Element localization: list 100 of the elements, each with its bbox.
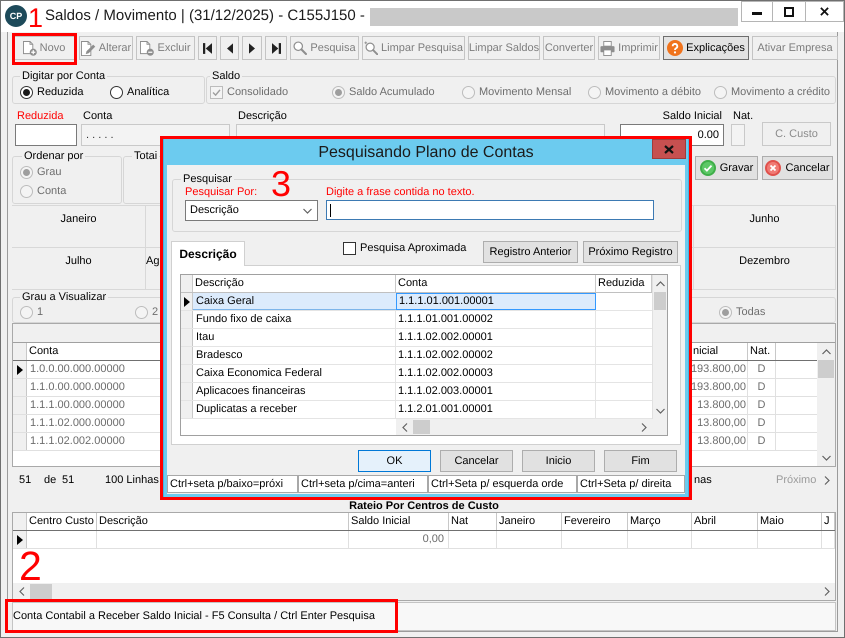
table-cell[interactable]: Bradesco (193, 347, 396, 364)
scrollbar-thumb[interactable] (30, 584, 52, 599)
close-button[interactable] (806, 1, 844, 22)
column-header[interactable]: Descrição (193, 275, 396, 292)
minimize-button[interactable] (741, 1, 773, 22)
next-button[interactable] (242, 36, 262, 60)
input-field[interactable] (15, 124, 77, 146)
scrollbar[interactable] (13, 583, 835, 600)
field-label: Pesquisar Por: (185, 186, 258, 200)
magnifier-sparkle-icon (364, 41, 378, 55)
close-circle-icon (765, 160, 782, 176)
radio-button[interactable] (110, 86, 123, 98)
check-circle-icon (700, 160, 716, 176)
table-cell: 1.1.1.02.002.00000 (27, 433, 161, 450)
record-position: 51 (19, 474, 32, 486)
table-cell[interactable]: 1.1.1.02.002.00003 (396, 365, 596, 382)
scrollbar-thumb[interactable] (654, 292, 666, 310)
table-cell[interactable]: 1.1.1.02.002.00002 (396, 347, 596, 364)
row-pointer-icon (184, 296, 190, 306)
column-header[interactable]: Janeiro (497, 513, 562, 530)
hint-panel: Ctrl+seta p/cima=anteri (298, 475, 428, 493)
table-cell: D (748, 379, 776, 396)
dialog-button[interactable]: OK (358, 450, 431, 472)
column-header[interactable]: J (822, 513, 835, 530)
column-header[interactable]: Nat. (748, 343, 776, 360)
row-selector[interactable] (13, 531, 27, 548)
radio-label: 1 (37, 306, 44, 318)
chevron-right-icon (824, 587, 830, 596)
record-separator: de (44, 474, 56, 486)
first-button[interactable] (198, 36, 217, 60)
column-header[interactable]: Abril (692, 513, 758, 530)
column-header[interactable]: Março (628, 513, 692, 530)
triangle-right-icon (249, 42, 255, 54)
column-header[interactable]: Centro Custo (27, 513, 97, 530)
table-cell: 193.800,00 (692, 361, 748, 378)
scrollbar-thumb[interactable] (818, 360, 834, 378)
search-input[interactable] (326, 200, 654, 220)
group-title: Pesquisar (182, 173, 233, 185)
last-button[interactable] (265, 36, 287, 60)
toolbar-button[interactable]: Explicações (663, 36, 749, 60)
minimize-icon (752, 12, 762, 15)
row-selector[interactable] (181, 293, 193, 310)
chevron-left-icon (402, 422, 408, 432)
dialog-button[interactable]: Fim (604, 450, 677, 472)
field-label: Reduzida (17, 110, 64, 124)
triangle-left-icon (226, 42, 232, 54)
field-label: Digite a frase contida no texto. (326, 186, 476, 200)
table-cell[interactable]: Duplicatas a receber (193, 401, 396, 418)
table-cell[interactable]: Caixa Geral (193, 293, 396, 310)
annotation-number: 2 (19, 551, 42, 582)
scrollbar[interactable] (817, 343, 835, 466)
radio-button[interactable] (20, 86, 33, 98)
table-cell: 1.1.1.00.000.00000 (27, 397, 161, 414)
document-plus-icon (22, 40, 37, 56)
chevron-right-icon (640, 422, 646, 432)
table-cell[interactable]: Itau (193, 329, 396, 346)
column-header[interactable]: Descrição (97, 513, 349, 530)
scrollbar[interactable] (396, 419, 652, 435)
scrollbar-thumb[interactable] (413, 420, 430, 434)
tab[interactable]: Descrição (171, 241, 245, 266)
row-selector[interactable] (13, 361, 27, 378)
text-cursor (330, 204, 331, 216)
table-cell[interactable]: Fundo fixo de caixa (193, 311, 396, 328)
column-header[interactable]: Conta (396, 275, 596, 292)
field-label: Conta (83, 110, 112, 124)
table-cell: D (748, 361, 776, 378)
table-cell[interactable]: 1.1.1.01.001.00001 (396, 293, 596, 310)
checkbox[interactable] (343, 242, 356, 255)
pager-text: nas (694, 474, 712, 486)
maximize-button[interactable] (773, 1, 806, 22)
section-title: Rateio Por Centros de Custo (349, 500, 499, 512)
save-button[interactable]: Gravar (695, 156, 758, 180)
column-header[interactable]: Fevereiro (562, 513, 628, 530)
help-icon (667, 40, 684, 56)
group-title: Saldo (211, 70, 242, 82)
chevron-right-icon (824, 476, 830, 484)
table-cell[interactable]: 1.1.2.01.001.00001 (396, 401, 596, 418)
dialog-button[interactable]: Cancelar (440, 450, 513, 472)
table-cell[interactable]: Caixa Economica Federal (193, 365, 396, 382)
column-header[interactable]: Saldo Inicial (349, 513, 449, 530)
record-button[interactable]: Próximo Registro (583, 241, 678, 263)
group-title: Totai (133, 150, 158, 162)
record-button[interactable]: Registro Anterior (483, 241, 578, 263)
table-cell[interactable]: 1.1.1.02.003.00001 (396, 383, 596, 400)
column-header[interactable]: Maio (758, 513, 822, 530)
column-header[interactable]: nicial (692, 343, 748, 360)
cancel-button[interactable]: Cancelar (762, 156, 833, 180)
radio-label: Analítica (127, 86, 170, 98)
close-icon (820, 7, 829, 16)
dropdown[interactable]: Descrição (185, 200, 318, 221)
table-cell[interactable]: Aplicacoes financeiras (193, 383, 396, 400)
month-label: Dezembro (739, 255, 790, 268)
previous-button[interactable] (220, 36, 239, 60)
dialog-button[interactable]: Inicio (522, 450, 595, 472)
table-cell[interactable]: 1.1.1.01.001.00002 (396, 311, 596, 328)
scrollbar[interactable] (652, 275, 667, 419)
column-header[interactable]: Conta (27, 343, 161, 360)
column-header[interactable]: Nat (449, 513, 497, 530)
table-cell[interactable]: 1.1.1.02.002.00001 (396, 329, 596, 346)
grid-corner (13, 513, 27, 530)
